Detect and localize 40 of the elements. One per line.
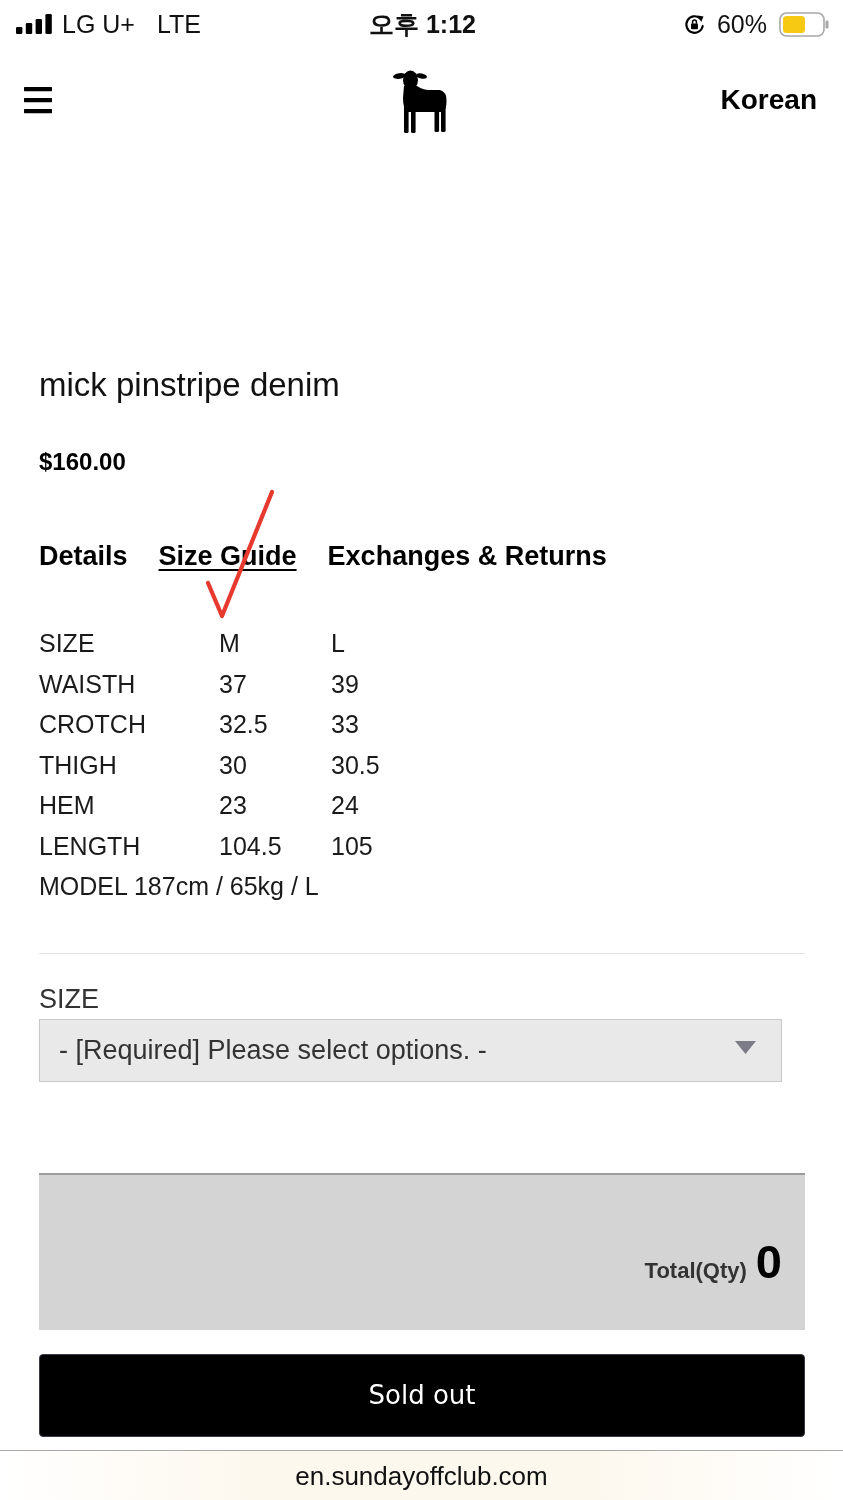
network-type: LTE	[156, 9, 201, 39]
product-name: mick pinstripe denim	[39, 365, 341, 405]
table-cell-text: 104.5	[219, 830, 283, 862]
carrier-name: LG U+	[62, 9, 135, 39]
table-cell-text: 33	[331, 709, 360, 740]
table-cell-text: 30.5	[331, 749, 380, 781]
table-cell-text: 105	[331, 830, 374, 862]
product-price: $160.00	[39, 447, 127, 477]
size-select[interactable]: - [Required] Please select options. -	[39, 1018, 782, 1082]
status-time: 오후 1:12	[369, 9, 476, 39]
signal-icon	[16, 14, 52, 34]
battery-icon	[779, 11, 829, 37]
model-info: MODEL 187cm / 65kg / L	[39, 871, 319, 902]
table-cell-text: THIGH	[39, 749, 118, 781]
battery-percent: 60%	[716, 9, 767, 39]
sold-out-button[interactable]: Sold out	[39, 1353, 805, 1437]
table-cell-text: CROTCH	[39, 709, 147, 740]
caret-icon	[735, 1040, 756, 1054]
language-link[interactable]: Korean	[720, 83, 817, 117]
option-label: SIZE	[39, 982, 99, 1015]
table-cell-text: 23	[219, 790, 248, 821]
table-cell-text: SIZE	[39, 628, 96, 659]
table-cell-text: L	[331, 628, 346, 659]
table-cell-text: 30	[219, 749, 248, 781]
table-cell-text: 37	[219, 668, 248, 700]
lamb-logo-icon[interactable]	[392, 68, 448, 134]
table-cell-text: 32.5	[219, 709, 269, 740]
table-cell-text: 39	[331, 668, 360, 700]
menu-icon[interactable]	[23, 85, 53, 115]
total-qty-value: 0	[755, 1236, 782, 1287]
rotation-lock-icon	[682, 12, 706, 36]
total-qty-label: Total(Qty)	[644, 1257, 747, 1284]
table-cell-text: M	[219, 628, 241, 659]
table-cell-text: 24	[331, 790, 360, 821]
table-cell-text: WAISTH	[39, 668, 137, 700]
table-cell-text: HEM	[39, 790, 96, 821]
url-text[interactable]: en.sundayoffclub.com	[295, 1460, 548, 1491]
tab[interactable]: Details	[39, 539, 128, 573]
table-cell-text: LENGTH	[39, 830, 142, 862]
tab[interactable]: Exchanges & Returns	[327, 539, 607, 573]
